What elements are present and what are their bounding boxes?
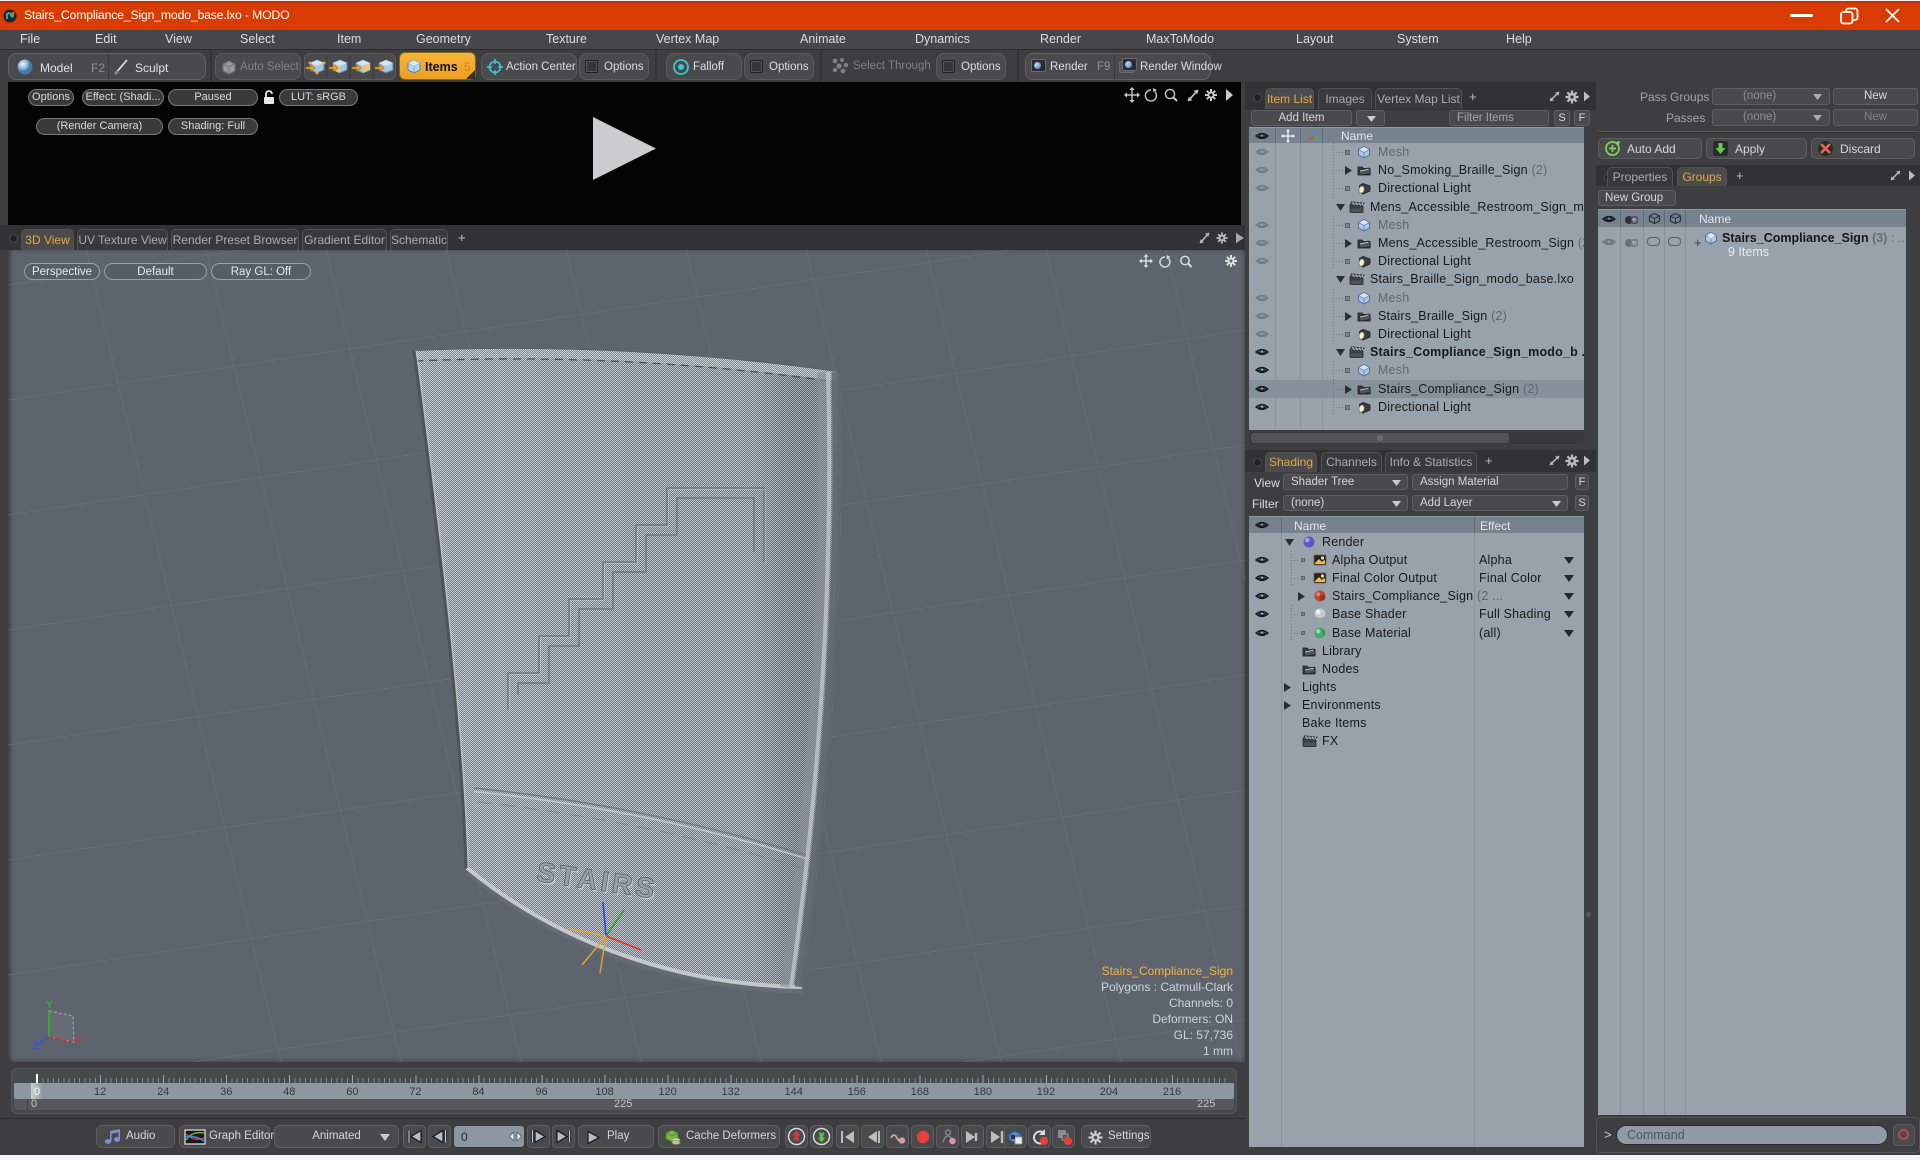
svg-text:X: X xyxy=(75,1035,82,1046)
svg-text:Z: Z xyxy=(33,1041,39,1052)
svg-text:Y: Y xyxy=(46,1000,53,1011)
